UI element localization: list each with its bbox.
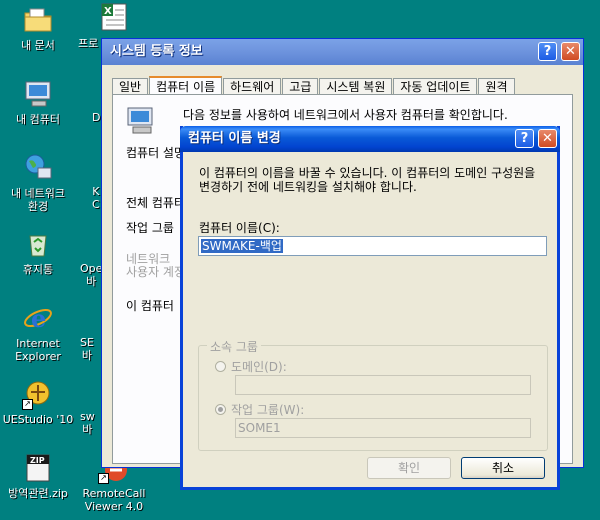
dialog-title: 컴퓨터 이름 변경 [188,131,281,146]
desktop-icon-label: UEStudio '10 [2,413,74,426]
desktop-icon-label: RemoteCall Viewer 4.0 [82,487,146,513]
intro-text: 다음 정보를 사용하여 네트워크에서 사용자 컴퓨터를 확인합니다. [183,108,508,122]
recycle-bin-icon [22,228,54,260]
desktop-icon-uestudio[interactable]: ↗ UEStudio '10 [0,378,76,426]
help-button[interactable]: ? [538,42,557,61]
tab-advanced[interactable]: 고급 [282,78,319,95]
svg-text:ZIP: ZIP [30,456,45,465]
desktop-icon-label: 내 네트워크 환경 [10,187,66,213]
shortcut-arrow-icon: ↗ [98,473,109,484]
workgroup-label: 작업 그룹 [126,221,174,235]
desktop-icon-my-network[interactable]: 내 네트워크 환경 [0,152,76,213]
system-properties-titlebar[interactable]: 시스템 등록 정보 ? ✕ [102,39,583,65]
domain-label: 도메인(D): [231,360,287,374]
partial-label: D [92,111,101,124]
network-id-text-line2: 사용자 계정 [126,265,186,279]
partial-label: 프로 [78,37,99,50]
network-icon [22,152,54,184]
partial-label: K C [92,185,100,211]
desktop-icon-my-documents[interactable]: 내 문서 [0,4,76,52]
partial-label: SE 바 [80,336,94,362]
desktop-icon-zip-file[interactable]: ZIP 방역관련.zip [0,452,76,500]
domain-radio[interactable] [215,361,226,372]
partial-label: Ope 바 [80,262,103,288]
rename-computer-text: 이 컴퓨터 [126,299,174,313]
partial-label: sw 바 [80,410,95,436]
svg-text:e: e [31,304,46,333]
desktop-icon-recycle-bin[interactable]: 휴지통 [0,228,76,276]
tab-remote[interactable]: 원격 [478,78,515,95]
desktop-icon-my-computer[interactable]: 내 컴퓨터 [0,78,76,126]
computer-name-input[interactable]: SWMAKE-백업 [198,236,547,256]
tab-hardware[interactable]: 하드웨어 [223,78,282,95]
svg-text:X: X [104,6,112,17]
desktop-icon-label: 내 컴퓨터 [16,113,60,126]
radio-selected-dot [218,407,223,412]
computer-name-value: SWMAKE-백업 [201,239,283,253]
desktop-icon-label: 방역관련.zip [8,487,68,500]
ok-button[interactable]: 확인 [367,457,451,479]
window-title: 시스템 등록 정보 [110,44,203,59]
groupbox-title: 소속 그룹 [207,338,261,355]
domain-input[interactable] [235,375,531,395]
computer-description-label: 컴퓨터 설명 [126,146,186,160]
computer-icon [22,78,54,110]
dialog-titlebar[interactable]: 컴퓨터 이름 변경 ? ✕ [180,126,560,152]
tab-general[interactable]: 일반 [112,78,149,95]
member-of-groupbox: 소속 그룹 도메인(D): 작업 그룹(W): SOME1 [198,338,548,451]
tab-system-restore[interactable]: 시스템 복원 [319,78,393,95]
full-computer-name-label: 전체 컴퓨터 [126,196,186,210]
close-button[interactable]: ✕ [561,42,580,61]
tab-automatic-updates[interactable]: 자동 업데이트 [393,78,478,95]
tab-computer-name[interactable]: 컴퓨터 이름 [149,76,223,96]
computer-name-label: 컴퓨터 이름(C): [199,221,280,235]
computer-name-changes-dialog: 컴퓨터 이름 변경 ? ✕ 이 컴퓨터의 이름을 바꿀 수 있습니다. 이 컴퓨… [180,126,560,490]
desktop-icon-internet-explorer[interactable]: e Internet Explorer [0,302,76,363]
cancel-button[interactable]: 취소 [461,457,545,479]
dialog-description: 이 컴퓨터의 이름을 바꿀 수 있습니다. 이 컴퓨터의 도메인 구성원을 변경… [199,166,536,194]
help-button[interactable]: ? [515,129,534,148]
zip-icon: ZIP [22,452,54,484]
close-button[interactable]: ✕ [538,129,557,148]
desktop-icon-label: 내 문서 [21,39,55,52]
folder-icon [22,4,54,36]
tab-strip: 일반 컴퓨터 이름 하드웨어 고급 시스템 복원 자동 업데이트 원격 [112,75,516,96]
excel-file-icon[interactable]: X [98,2,130,32]
workgroup-label: 작업 그룹(W): [231,403,305,417]
uestudio-icon: ↗ [22,378,54,410]
desktop-icon-label: Internet Explorer [15,337,61,363]
ie-icon: e [22,302,54,334]
shortcut-arrow-icon: ↗ [22,399,33,410]
workgroup-radio[interactable] [215,404,226,415]
workgroup-input[interactable]: SOME1 [235,418,531,438]
desktop-icon-label: 휴지통 [22,263,54,276]
computer-icon [125,105,159,137]
